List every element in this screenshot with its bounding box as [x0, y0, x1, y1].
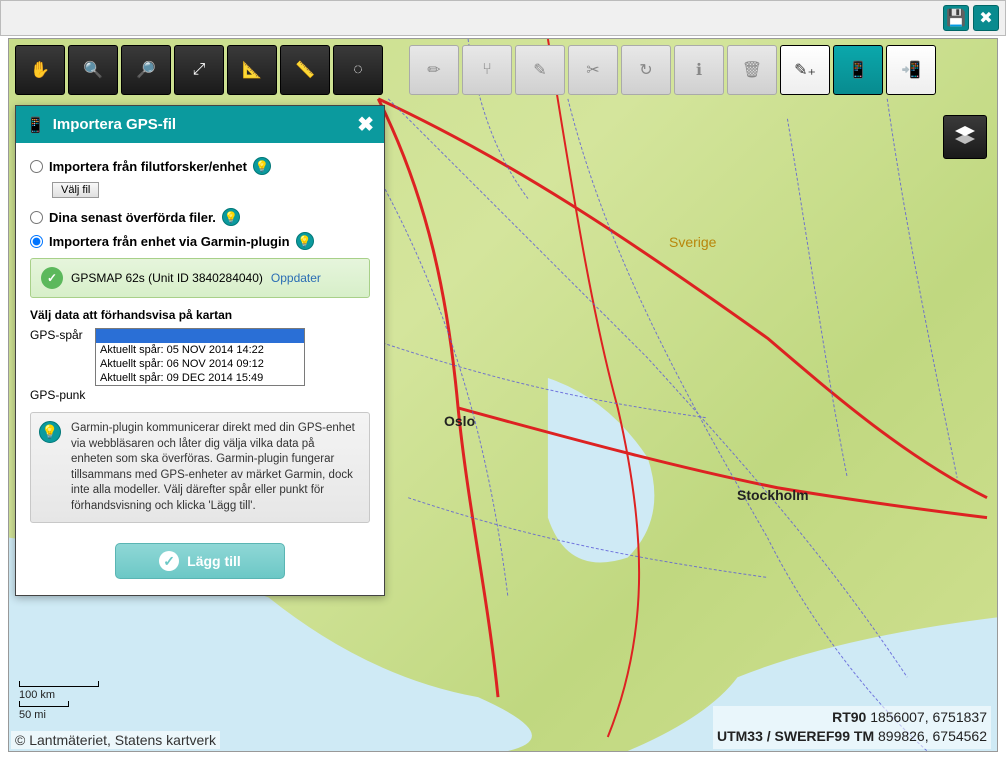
dialog-close-button[interactable]: ✖ — [357, 112, 374, 137]
choose-file-button[interactable]: Välj fil — [52, 182, 99, 198]
checkmark-icon: ✓ — [159, 551, 179, 571]
info-icon: ℹ — [696, 60, 702, 80]
points-row: GPS-punk — [30, 388, 370, 402]
close-icon: ✖ — [979, 8, 992, 28]
map-toolbar-right: ✏ ⑂ ✎ ✂ ↻ ℹ 🗑 ✎₊ 📱 📲 — [409, 45, 936, 99]
measure-angle-tool[interactable]: 📐 — [227, 45, 277, 95]
zoom-out-icon: 🔎 — [136, 60, 156, 80]
zoom-in-icon: 🔍 — [83, 60, 103, 80]
zoom-extent-tool[interactable]: ⤢ — [174, 45, 224, 95]
coords-line-1: RT90 1856007, 6751837 — [717, 708, 987, 728]
trash-icon: 🗑 — [742, 60, 762, 80]
device-import-icon: 📲 — [901, 60, 921, 80]
track-option[interactable] — [96, 329, 304, 343]
angle-icon: 📐 — [242, 60, 262, 80]
track-option[interactable]: Aktuellt spår: 06 NOV 2014 09:12 — [96, 357, 304, 371]
radio-garmin-plugin[interactable] — [30, 235, 43, 248]
layers-button[interactable] — [943, 115, 987, 159]
lightbulb-icon[interactable]: 💡 — [296, 232, 314, 250]
info-text: Garmin-plugin kommunicerar direkt med di… — [71, 422, 355, 512]
scale-bar: 100 km 50 mi — [19, 681, 99, 721]
ruler-icon: 📏 — [295, 60, 315, 80]
coords-label-2: UTM33 / SWEREF99 TM — [717, 728, 874, 744]
import-device-tool[interactable]: 📲 — [886, 45, 936, 95]
radio-label: Importera från enhet via Garmin-plugin — [49, 234, 290, 249]
option-row-garmin: Importera från enhet via Garmin-plugin 💡 — [30, 232, 370, 250]
note-icon: ✎₊ — [794, 60, 816, 80]
add-button-label: Lägg till — [187, 553, 241, 569]
option-row-file-explorer: Importera från filutforsker/enhet 💡 — [30, 157, 370, 175]
fork-icon: ⑂ — [482, 61, 492, 79]
tracks-label: GPS-spår — [30, 328, 95, 342]
radio-label: Dina senast överförda filer. — [49, 210, 216, 225]
dialog-header: 📱 Importera GPS-fil ✖ — [16, 106, 384, 143]
save-button[interactable]: 💾 — [943, 5, 969, 31]
delete-tool[interactable]: 🗑 — [727, 45, 777, 95]
lightbulb-icon[interactable]: 💡 — [222, 208, 240, 226]
split-tool[interactable]: ⑂ — [462, 45, 512, 95]
redo-icon: ↻ — [639, 60, 652, 80]
checkmark-icon: ✓ — [41, 267, 63, 289]
update-link[interactable]: Oppdater — [271, 271, 321, 285]
dialog-body: Importera från filutforsker/enhet 💡 Välj… — [16, 143, 384, 595]
track-option[interactable]: Aktuellt spår: 05 NOV 2014 14:22 — [96, 343, 304, 357]
layers-icon — [953, 123, 977, 152]
map-canvas[interactable]: Sverige Oslo Stockholm ✋ 🔍 🔎 ⤢ 📐 📏 ◌ ✏ ⑂… — [8, 38, 998, 752]
map-toolbar-left: ✋ 🔍 🔎 ⤢ 📐 📏 ◌ — [15, 45, 383, 99]
hand-icon: ✋ — [30, 60, 50, 80]
window-close-button[interactable]: ✖ — [973, 5, 999, 31]
pan-tool[interactable]: ✋ — [15, 45, 65, 95]
radio-file-explorer[interactable] — [30, 160, 43, 173]
coords-value-2: 899826, 6754562 — [878, 728, 987, 744]
scale-mi: 50 mi — [19, 709, 99, 721]
preview-heading: Välj data att förhandsvisa på kartan — [30, 308, 370, 322]
measure-distance-tool[interactable]: 📏 — [280, 45, 330, 95]
save-icon: 💾 — [946, 8, 966, 28]
add-button[interactable]: ✓ Lägg till — [115, 543, 285, 579]
edit-icon: ✎ — [533, 60, 546, 80]
draw-tool[interactable]: ✏ — [409, 45, 459, 95]
pencil-icon: ✏ — [427, 60, 440, 80]
map-attribution: © Lantmäteriet, Statens kartverk — [11, 731, 220, 749]
dialog-title: Importera GPS-fil — [53, 116, 176, 133]
tracks-select[interactable]: Aktuellt spår: 05 NOV 2014 14:22Aktuellt… — [95, 328, 305, 386]
radio-recent-files[interactable] — [30, 211, 43, 224]
device-export-icon: 📱 — [848, 60, 868, 80]
info-tool[interactable]: ℹ — [674, 45, 724, 95]
device-name: GPSMAP 62s (Unit ID 3840284040) — [71, 271, 263, 285]
points-label: GPS-punk — [30, 388, 95, 402]
extent-icon: ⤢ — [193, 61, 206, 79]
import-gps-dialog: 📱 Importera GPS-fil ✖ Importera från fil… — [15, 105, 385, 596]
edit-tool[interactable]: ✎ — [515, 45, 565, 95]
coords-value-1: 1856007, 6751837 — [870, 709, 987, 725]
option-row-recent: Dina senast överförda filer. 💡 — [30, 208, 370, 226]
lightbulb-icon[interactable]: 💡 — [253, 157, 271, 175]
zoom-in-tool[interactable]: 🔍 — [68, 45, 118, 95]
redo-tool[interactable]: ↻ — [621, 45, 671, 95]
lightbulb-icon: 💡 — [39, 421, 61, 443]
zoom-out-tool[interactable]: 🔎 — [121, 45, 171, 95]
cut-tool[interactable]: ✂ — [568, 45, 618, 95]
target-icon: ◌ — [353, 61, 363, 79]
device-icon: 📱 — [26, 116, 45, 134]
coords-line-2: UTM33 / SWEREF99 TM 899826, 6754562 — [717, 727, 987, 747]
window-top-bar: 💾 ✖ — [0, 0, 1006, 36]
selection-tool[interactable]: ◌ — [333, 45, 383, 95]
scissors-icon: ✂ — [586, 60, 599, 80]
add-note-tool[interactable]: ✎₊ — [780, 45, 830, 95]
coords-label-1: RT90 — [832, 709, 866, 725]
track-option[interactable]: Aktuellt spår: 09 DEC 2014 15:49 — [96, 371, 304, 385]
device-status-box: ✓ GPSMAP 62s (Unit ID 3840284040) Oppdat… — [30, 258, 370, 298]
radio-label: Importera från filutforsker/enhet — [49, 159, 247, 174]
tracks-row: GPS-spår Aktuellt spår: 05 NOV 2014 14:2… — [30, 328, 370, 386]
scale-km: 100 km — [19, 689, 99, 701]
info-box: 💡 Garmin-plugin kommunicerar direkt med … — [30, 412, 370, 523]
export-device-tool[interactable]: 📱 — [833, 45, 883, 95]
coords-readout: RT90 1856007, 6751837 UTM33 / SWEREF99 T… — [713, 706, 991, 749]
